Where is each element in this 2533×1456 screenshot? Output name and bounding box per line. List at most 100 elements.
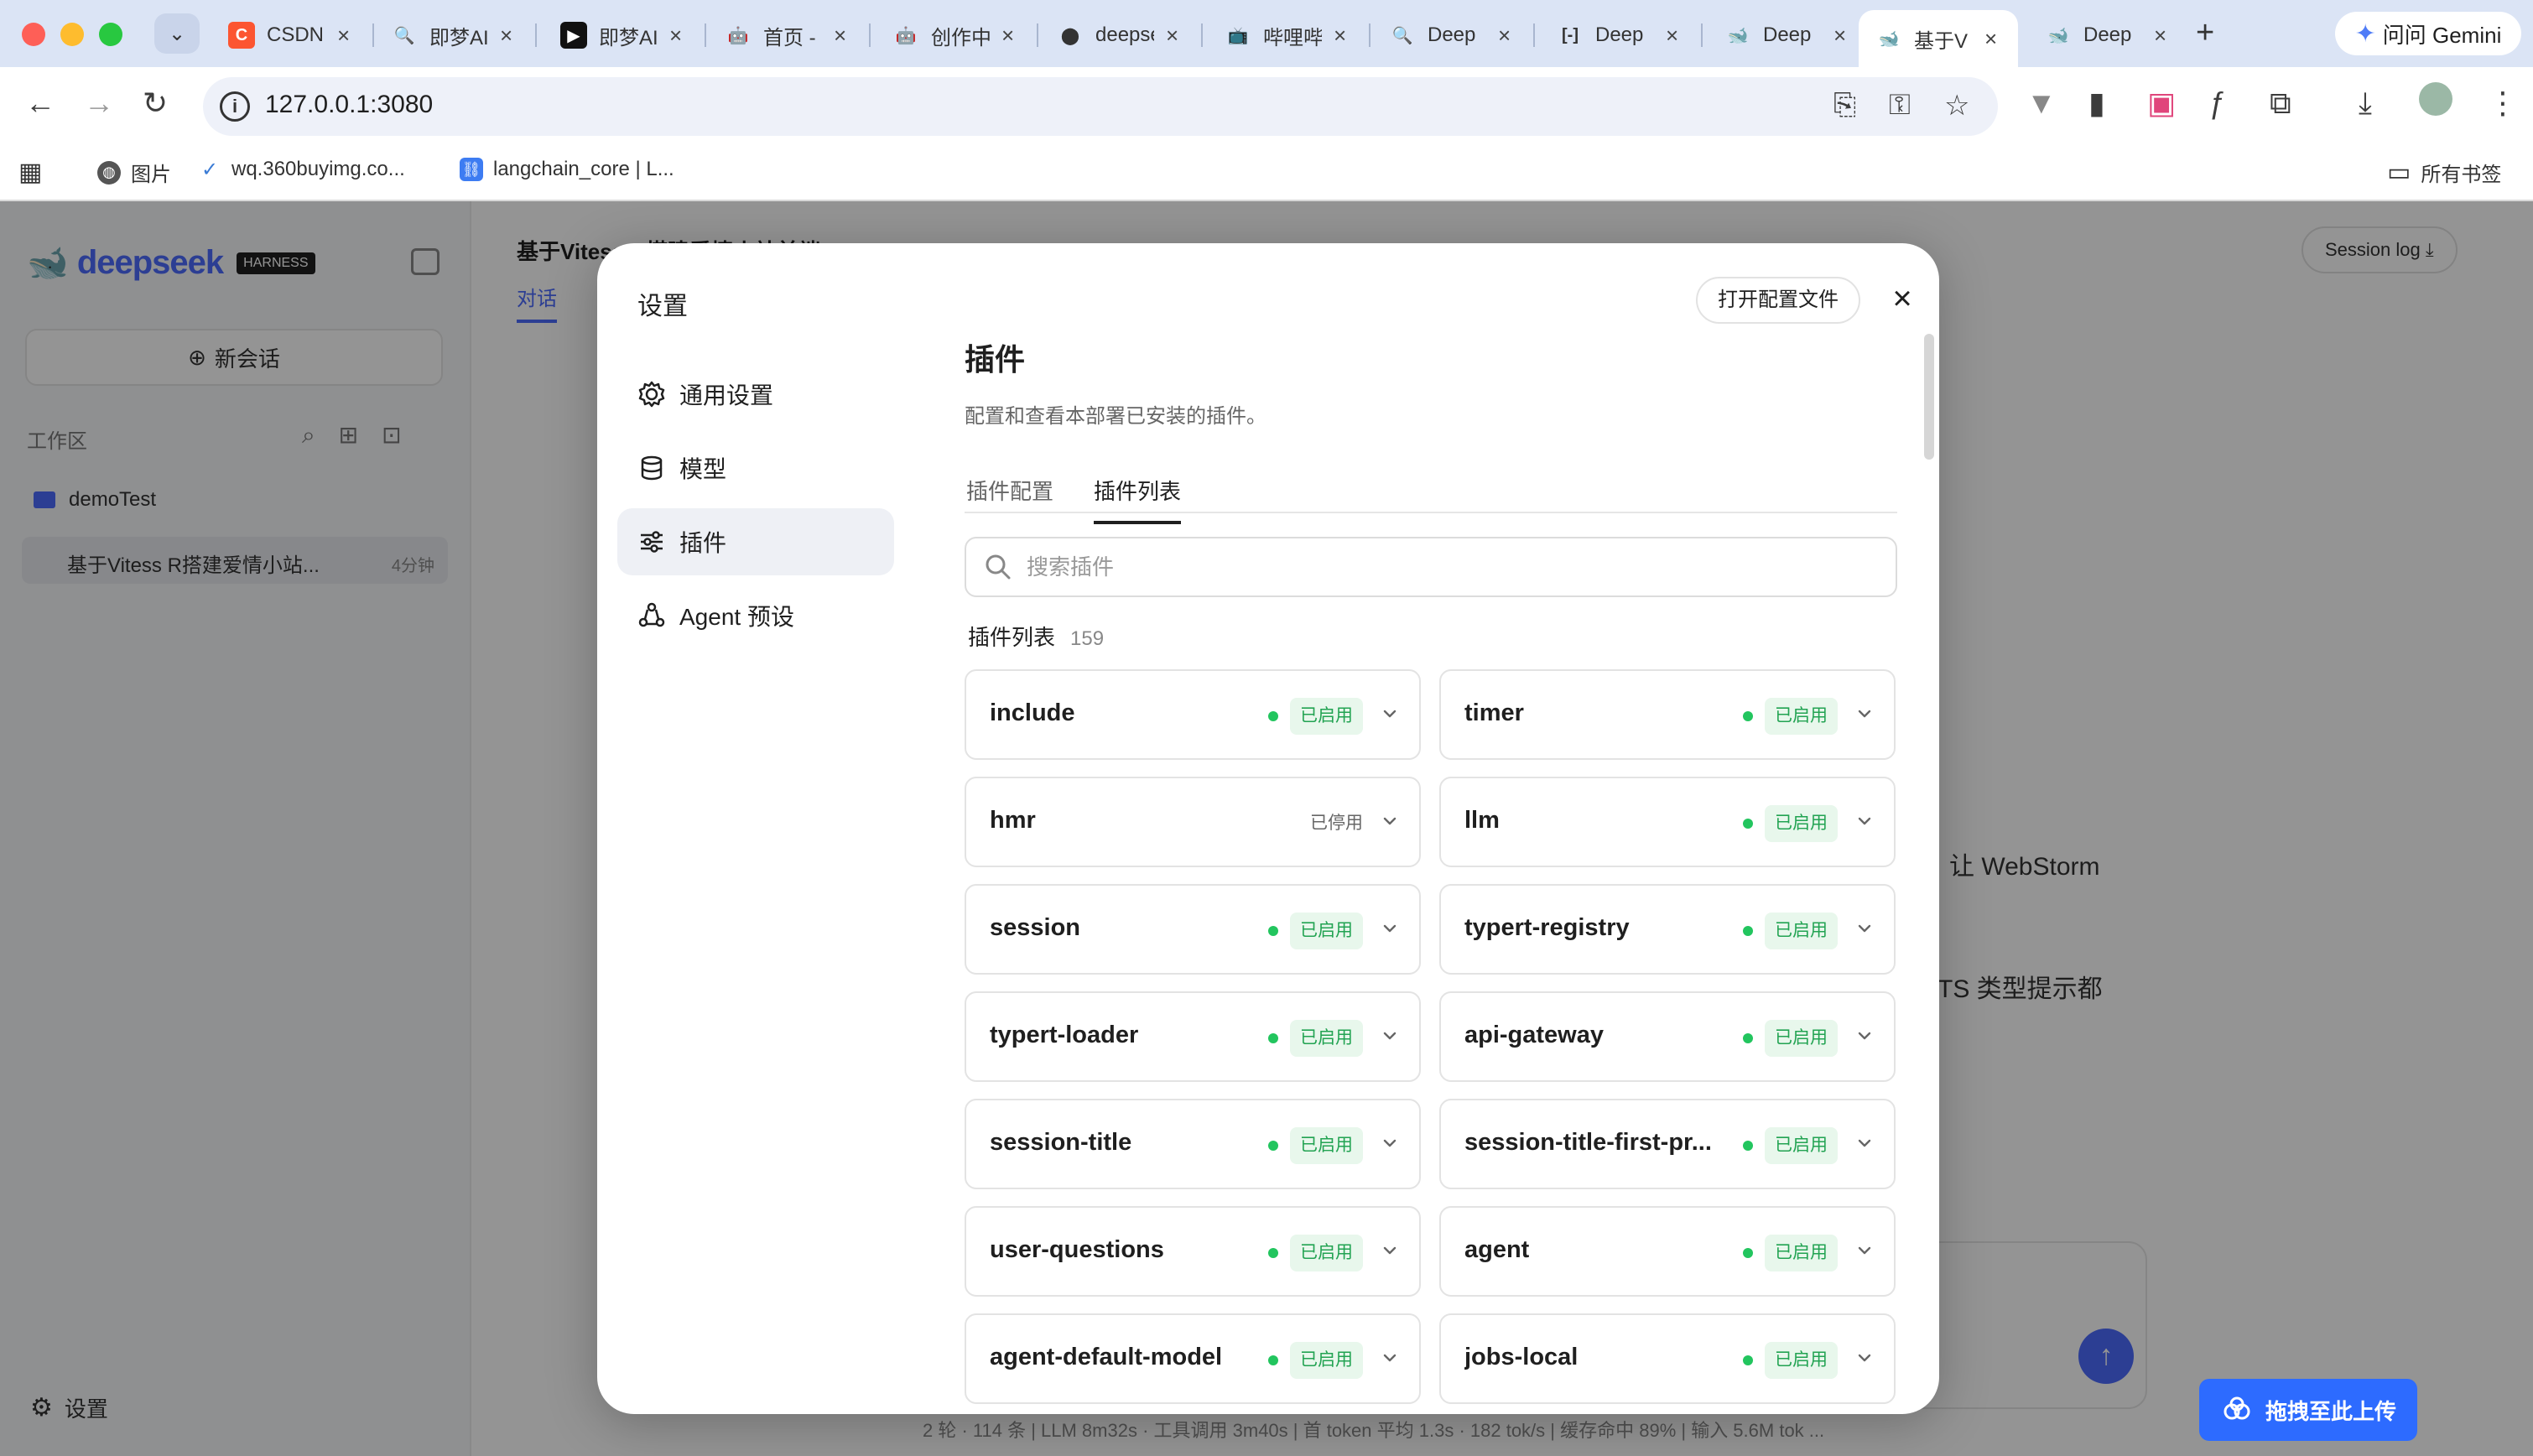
browser-tab[interactable]: C CSDN × bbox=[211, 10, 371, 60]
new-tab-button[interactable]: + bbox=[2196, 15, 2214, 51]
browser-tab[interactable]: 🔍 即梦AI × bbox=[374, 10, 533, 60]
tab-close-icon[interactable]: × bbox=[1334, 23, 1346, 49]
chevron-down-icon[interactable] bbox=[1852, 809, 1877, 834]
browser-tab[interactable]: 🤖 首页 - × bbox=[708, 10, 867, 60]
function-extension-icon[interactable]: ƒ bbox=[2209, 86, 2226, 121]
tab-close-icon[interactable]: × bbox=[1666, 23, 1678, 49]
plugin-card[interactable]: llm 已启用 bbox=[1439, 777, 1896, 867]
tab-close-icon[interactable]: × bbox=[1498, 23, 1511, 49]
drag-upload-button[interactable]: 拖拽至此上传 bbox=[2199, 1379, 2417, 1441]
plugin-card[interactable]: typert-loader 已启用 bbox=[965, 991, 1421, 1082]
gemini-button[interactable]: ✦ 问问 Gemini bbox=[2335, 12, 2521, 55]
chevron-down-icon[interactable] bbox=[1852, 1023, 1877, 1048]
reload-icon[interactable]: ↻ bbox=[143, 86, 168, 121]
plugin-card[interactable]: typert-registry 已启用 bbox=[1439, 884, 1896, 975]
tab-close-icon[interactable]: × bbox=[669, 23, 682, 49]
tab-separator bbox=[705, 23, 706, 47]
tab-favicon-icon: ▶ bbox=[560, 22, 587, 49]
tab-plugin-config[interactable]: 插件配置 bbox=[966, 475, 1053, 521]
chevron-down-icon[interactable] bbox=[1377, 916, 1402, 941]
window-zoom-button[interactable] bbox=[99, 23, 122, 46]
tab-title: CSDN bbox=[267, 23, 325, 46]
browser-tab[interactable]: ▶ 即梦AI × bbox=[544, 10, 703, 60]
extensions-puzzle-icon[interactable]: ⧉ bbox=[2270, 86, 2291, 122]
chevron-down-icon[interactable] bbox=[1377, 701, 1402, 726]
window-close-button[interactable] bbox=[22, 23, 45, 46]
tab-search-chevron-icon[interactable]: ⌄ bbox=[154, 13, 200, 54]
chevron-down-icon[interactable] bbox=[1377, 1023, 1402, 1048]
browser-tab[interactable]: 🔍 Deep × bbox=[1372, 10, 1532, 60]
back-arrow-icon[interactable]: ← bbox=[25, 86, 55, 121]
settings-nav-item[interactable]: 模型 bbox=[617, 434, 894, 502]
plugin-card[interactable]: session 已启用 bbox=[965, 884, 1421, 975]
bookmark-label: 图片 bbox=[131, 164, 171, 186]
plugin-card[interactable]: agent 已启用 bbox=[1439, 1206, 1896, 1297]
chevron-down-icon[interactable] bbox=[1852, 1238, 1877, 1263]
address-bar[interactable]: i 127.0.0.1:3080 ⎘ ⚿ ☆ bbox=[203, 77, 1998, 136]
phone-extension-icon[interactable]: ▮ bbox=[2088, 86, 2105, 121]
plugin-card[interactable]: session-title 已启用 bbox=[965, 1099, 1421, 1189]
plugin-search[interactable] bbox=[965, 537, 1897, 597]
plugin-card[interactable]: user-questions 已启用 bbox=[965, 1206, 1421, 1297]
install-app-icon[interactable]: ⎘ bbox=[1833, 89, 1856, 122]
tab-close-icon[interactable]: × bbox=[337, 23, 350, 49]
tab-close-icon[interactable]: × bbox=[1001, 23, 1014, 49]
download-icon[interactable]: ⤓ bbox=[2359, 86, 2372, 122]
browser-tab[interactable]: 📺 哔哩哔哩 × bbox=[1208, 10, 1367, 60]
tab-close-icon[interactable]: × bbox=[500, 23, 512, 49]
apps-grid-icon[interactable]: ▦ bbox=[18, 158, 42, 187]
tab-favicon-icon: 🔍 bbox=[391, 22, 418, 49]
chevron-down-icon[interactable] bbox=[1852, 1131, 1877, 1156]
tab-close-icon[interactable]: × bbox=[2154, 23, 2166, 49]
tab-plugin-list[interactable]: 插件列表 bbox=[1094, 475, 1182, 524]
chevron-down-icon[interactable] bbox=[1852, 701, 1877, 726]
settings-nav-item[interactable]: Agent 预设 bbox=[617, 582, 894, 649]
plugin-card[interactable]: jobs-local 已启用 bbox=[1439, 1313, 1896, 1404]
browser-tab[interactable]: 🤖 创作中心 × bbox=[876, 10, 1035, 60]
tab-favicon-icon: 🔍 bbox=[1389, 22, 1416, 49]
password-key-icon[interactable]: ⚿ bbox=[1889, 89, 1911, 122]
bookmark-star-icon[interactable]: ☆ bbox=[1944, 89, 1969, 122]
bookmark-item[interactable]: ⛓ langchain_core | L... bbox=[460, 158, 674, 181]
plugin-card[interactable]: api-gateway 已启用 bbox=[1439, 991, 1896, 1082]
plugin-card[interactable]: hmr 已停用 bbox=[965, 777, 1421, 867]
tab-separator bbox=[1201, 23, 1203, 47]
chevron-down-icon[interactable] bbox=[1852, 1345, 1877, 1370]
vue-devtools-icon[interactable]: ▼ bbox=[2026, 86, 2057, 121]
profile-avatar[interactable] bbox=[2419, 82, 2452, 116]
bookmark-item[interactable]: ◍ 图片 bbox=[97, 158, 171, 187]
chevron-down-icon[interactable] bbox=[1377, 809, 1402, 834]
address-url[interactable]: 127.0.0.1:3080 bbox=[265, 91, 433, 119]
plugin-card[interactable]: agent-default-model 已启用 bbox=[965, 1313, 1421, 1404]
all-bookmarks[interactable]: ▭ 所有书签 bbox=[2387, 158, 2501, 187]
search-input[interactable] bbox=[1027, 554, 1865, 580]
bookmark-item[interactable]: ✓ wq.360buyimg.co... bbox=[198, 158, 405, 181]
chevron-down-icon[interactable] bbox=[1852, 916, 1877, 941]
tab-close-icon[interactable]: × bbox=[1166, 23, 1178, 49]
forward-arrow-icon[interactable]: → bbox=[84, 86, 114, 121]
chevron-down-icon[interactable] bbox=[1377, 1238, 1402, 1263]
window-minimize-button[interactable] bbox=[60, 23, 84, 46]
browser-tab[interactable]: 🐋 Deep × bbox=[2028, 10, 2187, 60]
tab-close-icon[interactable]: × bbox=[834, 23, 846, 49]
translate-extension-icon[interactable]: ▣ bbox=[2147, 86, 2176, 121]
settings-nav-item[interactable]: 通用设置 bbox=[617, 361, 894, 428]
plugin-card[interactable]: session-title-first-pr... 已启用 bbox=[1439, 1099, 1896, 1189]
tab-title: Deep bbox=[1595, 23, 1644, 46]
browser-tab[interactable]: 🐋 基于V × bbox=[1859, 10, 2018, 67]
browser-menu-icon[interactable]: ⋮ bbox=[2488, 86, 2518, 121]
chevron-down-icon[interactable] bbox=[1377, 1345, 1402, 1370]
browser-tab[interactable]: ⬤ deepseek × bbox=[1040, 10, 1199, 60]
site-info-icon[interactable]: i bbox=[220, 91, 250, 122]
plugin-name: jobs-local bbox=[1464, 1344, 1579, 1370]
settings-nav-item[interactable]: 插件 bbox=[617, 508, 894, 575]
plugin-card[interactable]: include 已启用 bbox=[965, 669, 1421, 760]
tab-close-icon[interactable]: × bbox=[1984, 26, 1997, 52]
browser-tab[interactable]: [-] Deep × bbox=[1540, 10, 1699, 60]
chevron-down-icon[interactable] bbox=[1377, 1131, 1402, 1156]
plugin-card[interactable]: timer 已启用 bbox=[1439, 669, 1896, 760]
modal-scrollbar[interactable] bbox=[1924, 334, 1934, 460]
tab-title: Deep bbox=[1428, 23, 1476, 46]
tab-close-icon[interactable]: × bbox=[1833, 23, 1846, 49]
browser-tab[interactable]: 🐋 Deep × bbox=[1708, 10, 1867, 60]
